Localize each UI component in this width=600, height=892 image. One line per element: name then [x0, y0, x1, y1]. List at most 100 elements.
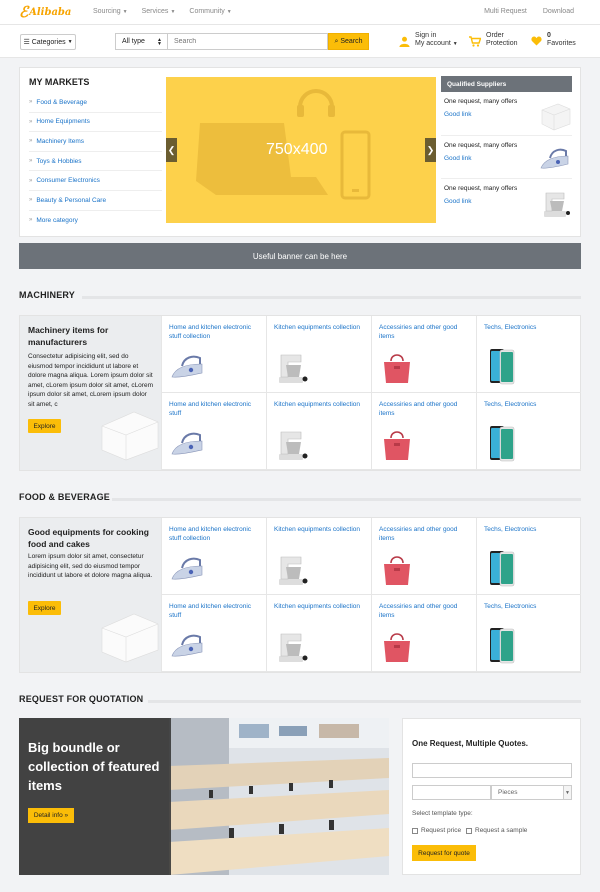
- cell-title[interactable]: Kitchen equipments collection: [274, 525, 366, 534]
- hero-slider[interactable]: 750x400 ❮ ❯: [166, 77, 436, 223]
- detail-info-button[interactable]: Detail info »: [28, 808, 74, 823]
- market-item-home[interactable]: » Home Equipments: [29, 113, 162, 133]
- order-protection[interactable]: Order Protection: [469, 32, 518, 48]
- grid-cell[interactable]: Accessiries and other good items: [371, 393, 476, 470]
- grid-cell[interactable]: Kitchen equipments collection: [266, 595, 371, 672]
- category-grid: Home and kitchen electronic stuff collec…: [161, 518, 581, 672]
- top-right-links: Multi Request Download: [484, 8, 574, 15]
- grid-cell[interactable]: Home and kitchen electronic stuff collec…: [161, 518, 266, 595]
- slider-next-button[interactable]: ❯: [425, 138, 436, 162]
- grid-cell[interactable]: Techs, Electronics: [476, 316, 581, 393]
- download-link[interactable]: Download: [543, 8, 574, 15]
- supplier-item[interactable]: One request, many offers Good link: [441, 92, 572, 136]
- cell-title[interactable]: Techs, Electronics: [484, 323, 576, 332]
- cell-title[interactable]: Techs, Electronics: [484, 525, 576, 534]
- cell-title[interactable]: Accessiries and other good items: [379, 323, 471, 341]
- logo-text: Alibaba: [29, 7, 72, 18]
- cell-title[interactable]: Home and kitchen electronic stuff collec…: [169, 323, 261, 341]
- promo-banner[interactable]: Useful banner can be here: [19, 243, 581, 269]
- nav-community[interactable]: Community ▼: [189, 8, 231, 15]
- nav-services[interactable]: Services ▼: [142, 8, 176, 15]
- supplier-item[interactable]: One request, many offers Good link: [441, 136, 572, 180]
- cell-title[interactable]: Kitchen equipments collection: [274, 602, 366, 611]
- market-item-machinery[interactable]: » Machinery Items: [29, 132, 162, 152]
- cell-title[interactable]: Home and kitchen electronic stuff: [169, 400, 261, 418]
- grid-cell[interactable]: Home and kitchen electronic stuff collec…: [161, 316, 266, 393]
- alibaba-logo-icon: ℰ: [19, 3, 29, 21]
- mixer-image: [279, 354, 308, 383]
- cell-title[interactable]: Accessiries and other good items: [379, 602, 471, 620]
- supplier-link[interactable]: Good link: [444, 155, 471, 162]
- cell-title[interactable]: Techs, Electronics: [484, 602, 576, 611]
- explore-button[interactable]: Explore: [28, 419, 61, 433]
- cell-title[interactable]: Techs, Electronics: [484, 400, 576, 409]
- chevron-right-icon: »: [29, 217, 33, 224]
- grid-cell[interactable]: Kitchen equipments collection: [266, 518, 371, 595]
- market-item-food[interactable]: » Food & Beverage: [29, 93, 162, 113]
- supplier-link[interactable]: Good link: [444, 198, 471, 205]
- market-item-electronics[interactable]: » Consumer Electronics: [29, 171, 162, 191]
- favorites-count-value: 0: [547, 32, 551, 39]
- grid-cell[interactable]: Accessiries and other good items: [371, 595, 476, 672]
- grid-cell[interactable]: Techs, Electronics: [476, 393, 581, 470]
- grid-cell[interactable]: Home and kitchen electronic stuff: [161, 393, 266, 470]
- updown-icon: ▼: [563, 786, 571, 799]
- rfq-form-heading: One Request, Multiple Quotes.: [412, 739, 529, 748]
- search-type-select[interactable]: All type ▲ ▼: [115, 33, 167, 50]
- cell-title[interactable]: Accessiries and other good items: [379, 400, 471, 418]
- grid-cell[interactable]: Kitchen equipments collection: [266, 393, 371, 470]
- product-name-input[interactable]: [412, 763, 572, 778]
- markets-list: » Food & Beverage » Home Equipments » Machi…: [29, 93, 162, 230]
- section-divider: [148, 700, 581, 703]
- market-item-more[interactable]: » More category: [29, 211, 162, 231]
- mixer-image: [544, 192, 570, 218]
- unit-select[interactable]: Pieces ▼: [491, 785, 572, 800]
- quantity-input[interactable]: [412, 785, 491, 800]
- grid-cell[interactable]: Kitchen equipments collection: [266, 316, 371, 393]
- search-input[interactable]: [167, 33, 328, 50]
- category-block-food: Good equipments for cooking food and cak…: [19, 517, 581, 673]
- favorites[interactable]: 0 Favorites: [530, 32, 576, 48]
- search-button[interactable]: ⌕ Search: [328, 33, 369, 50]
- slider-prev-button[interactable]: ❮: [166, 138, 177, 162]
- request-sample-option[interactable]: Request a sample: [466, 827, 527, 834]
- account-menu[interactable]: Sign in My account ▼: [398, 32, 458, 48]
- checkbox[interactable]: [466, 827, 472, 834]
- markets-card: MY MARKETS » Food & Beverage » Home Equipm…: [19, 67, 581, 237]
- market-item-label: Beauty & Personal Care: [36, 196, 107, 204]
- checkbox[interactable]: [412, 827, 418, 834]
- protection-label: Protection: [486, 40, 518, 47]
- grid-cell[interactable]: Home and kitchen electronic stuff: [161, 595, 266, 672]
- supplier-link[interactable]: Good link: [444, 111, 471, 118]
- logo[interactable]: ℰ Alibaba: [19, 5, 71, 20]
- cell-title[interactable]: Accessiries and other good items: [379, 525, 471, 543]
- box-image: [101, 411, 159, 461]
- cell-title[interactable]: Kitchen equipments collection: [274, 323, 366, 332]
- search-type-value: All type: [122, 38, 145, 45]
- mixer-image: [279, 633, 308, 662]
- supplier-item[interactable]: One request, many offers Good link: [441, 179, 572, 223]
- my-account-text: My account: [415, 40, 451, 47]
- market-item-label: More category: [36, 216, 78, 224]
- cell-title[interactable]: Home and kitchen electronic stuff: [169, 602, 261, 620]
- cell-title[interactable]: Kitchen equipments collection: [274, 400, 366, 409]
- request-quote-button[interactable]: Request for quote: [412, 845, 476, 861]
- market-item-toys[interactable]: » Toys & Hobbies: [29, 152, 162, 172]
- request-sample-label: Request a sample: [475, 827, 528, 834]
- categories-button[interactable]: ☰ Categories ▼: [20, 34, 76, 50]
- iron-image: [171, 432, 203, 455]
- grid-cell[interactable]: Techs, Electronics: [476, 595, 581, 672]
- market-item-beauty[interactable]: » Beauty & Personal Care: [29, 191, 162, 211]
- nav-sourcing[interactable]: Sourcing ▼: [93, 8, 128, 15]
- request-price-option[interactable]: Request price: [412, 827, 461, 834]
- grid-cell[interactable]: Accessiries and other good items: [371, 518, 476, 595]
- grid-cell[interactable]: Accessiries and other good items: [371, 316, 476, 393]
- cell-title[interactable]: Home and kitchen electronic stuff collec…: [169, 525, 261, 543]
- multi-request-link[interactable]: Multi Request: [484, 8, 527, 15]
- grid-cell[interactable]: Techs, Electronics: [476, 518, 581, 595]
- section-title-machinery: MACHINERY: [19, 290, 75, 300]
- top-nav: Sourcing ▼ Services ▼ Community ▼: [93, 8, 232, 15]
- category-promo: Good equipments for cooking food and cak…: [20, 518, 161, 672]
- category-heading: Machinery items for manufacturers: [28, 325, 109, 347]
- explore-button[interactable]: Explore: [28, 601, 61, 615]
